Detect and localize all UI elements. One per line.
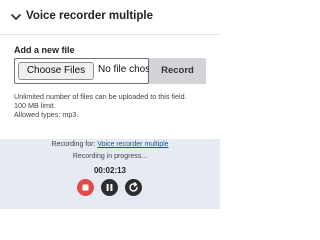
record-button[interactable]: Record	[149, 58, 206, 84]
recording-target-link[interactable]: Voice recorder multiple	[97, 141, 168, 148]
reset-icon	[129, 182, 138, 192]
file-upload-panel: Voice recorder multiple Add a new file C…	[0, 0, 220, 139]
field-header[interactable]: Voice recorder multiple	[0, 0, 220, 35]
chevron-down-icon[interactable]	[10, 11, 22, 23]
recording-for-text: Recording for: Voice recorder multiple	[0, 141, 220, 148]
choose-files-button[interactable]: Choose Files	[18, 62, 94, 80]
stop-icon	[82, 184, 89, 191]
field-title: Voice recorder multiple	[26, 10, 153, 22]
upload-limit-description: Unlimited number of files can be uploade…	[14, 92, 187, 101]
allowed-types-description: Allowed types: mp3.	[14, 110, 79, 119]
recording-status: Recording in progress...	[72, 153, 148, 160]
pause-button[interactable]	[101, 179, 118, 196]
recording-timer: 00:02:13	[93, 166, 127, 175]
size-limit-description: 100 MB limit.	[14, 101, 56, 110]
add-file-label: Add a new file	[14, 45, 75, 55]
file-input[interactable]: Choose Files No file chosen	[14, 58, 161, 84]
pause-icon	[106, 184, 113, 191]
reset-button[interactable]	[125, 179, 142, 196]
stop-button[interactable]	[77, 179, 94, 196]
recording-for-prefix: Recording for:	[51, 141, 96, 148]
